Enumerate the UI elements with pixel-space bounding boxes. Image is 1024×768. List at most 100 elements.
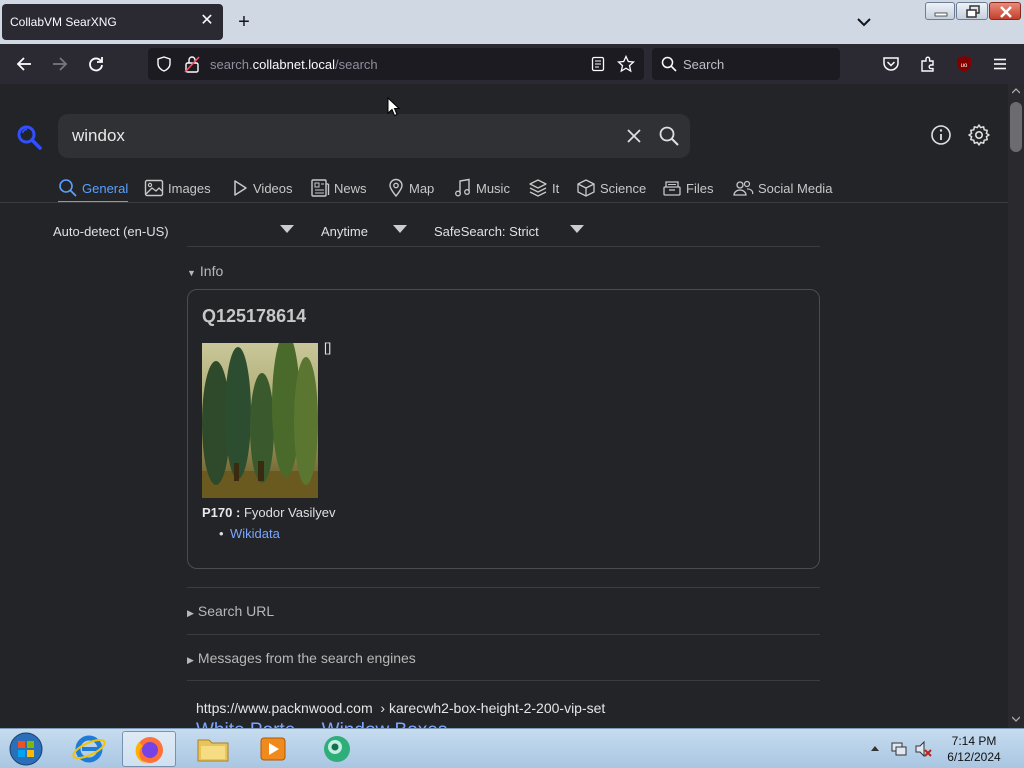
- tab-close-icon[interactable]: ✕: [199, 13, 215, 29]
- taskbar-clock[interactable]: 7:14 PM 6/12/2024: [944, 733, 1004, 765]
- tab-news[interactable]: News: [310, 174, 367, 202]
- engine-messages-toggle[interactable]: ▶ Messages from the search engines: [187, 649, 416, 667]
- safesearch-select[interactable]: SafeSearch: Strict: [434, 222, 539, 242]
- forward-arrow-icon[interactable]: [50, 54, 70, 74]
- people-icon: [733, 180, 754, 196]
- result-url-path: › karecwh2-box-height-2-200-vip-set: [380, 700, 606, 716]
- language-dropdown-caret-icon[interactable]: [280, 225, 294, 233]
- time-range-dropdown-caret-icon[interactable]: [393, 225, 407, 233]
- internet-explorer-icon: [72, 735, 106, 763]
- search-icon: [661, 56, 677, 72]
- url-text: search.collabnet.local/search: [210, 57, 378, 72]
- newspaper-icon: [311, 179, 330, 197]
- infobox-title: Q125178614: [202, 306, 307, 326]
- url-path: /search: [335, 57, 378, 72]
- search-query-text: windox: [72, 126, 125, 145]
- search-placeholder: Search: [683, 57, 725, 72]
- play-icon: [234, 180, 247, 196]
- taskbar-media-player[interactable]: [246, 731, 300, 767]
- network-icon[interactable]: [890, 740, 908, 758]
- window-minimize-button[interactable]: [925, 2, 955, 20]
- result-url[interactable]: https://www.packnwood.com › karecwh2-box…: [196, 700, 605, 716]
- infobox-attribute: P170 : Fyodor Vasilyev: [202, 505, 335, 520]
- taskbar-file-explorer[interactable]: [186, 731, 240, 767]
- scrollbar-thumb[interactable]: [1010, 102, 1022, 152]
- browser-search-field[interactable]: Search: [652, 48, 840, 80]
- tab-files[interactable]: Files: [662, 174, 713, 202]
- tab-strip: CollabVM SearXNG ✕ +: [0, 0, 1024, 44]
- info-label: Info: [199, 263, 224, 279]
- scroll-up-arrow-icon[interactable]: [1012, 88, 1020, 94]
- tab-label: Social Media: [758, 180, 833, 196]
- cypress-painting-image: [202, 343, 318, 498]
- painting-thumbnail[interactable]: [202, 343, 318, 498]
- tab-general[interactable]: General: [58, 174, 129, 203]
- tab-science[interactable]: Science: [576, 174, 646, 202]
- search-url-toggle[interactable]: ▶ Search URL: [187, 602, 274, 620]
- cube-icon: [577, 179, 595, 197]
- filters-divider: [187, 246, 820, 247]
- scroll-down-arrow-icon[interactable]: [1012, 716, 1020, 722]
- pocket-icon[interactable]: [882, 55, 900, 73]
- ublock-origin-icon[interactable]: uo: [955, 55, 973, 73]
- new-tab-plus-icon[interactable]: +: [234, 12, 254, 32]
- safesearch-dropdown-caret-icon[interactable]: [570, 225, 584, 233]
- clear-search-icon[interactable]: [624, 126, 644, 146]
- search-submit-icon[interactable]: [658, 125, 680, 147]
- tab-label: Science: [600, 180, 647, 196]
- shield-icon[interactable]: [156, 56, 172, 72]
- divider: [187, 680, 820, 681]
- tab-social-media[interactable]: Social Media: [732, 174, 832, 202]
- folder-icon: [197, 739, 229, 762]
- tab-searxng[interactable]: CollabVM SearXNG ✕: [2, 4, 223, 40]
- tab-it[interactable]: It: [528, 174, 559, 202]
- speaker-muted-icon[interactable]: [914, 740, 932, 758]
- window-restore-button[interactable]: [956, 2, 988, 20]
- page-scrollbar[interactable]: [1008, 84, 1024, 728]
- show-hidden-icons-icon[interactable]: [870, 744, 880, 752]
- hamburger-menu-icon[interactable]: [991, 55, 1009, 73]
- chevron-down-icon[interactable]: [854, 12, 874, 32]
- time-range-select[interactable]: Anytime: [321, 222, 368, 242]
- info-circle-icon[interactable]: [930, 124, 952, 146]
- search-input[interactable]: windox: [58, 114, 690, 158]
- expanded-triangle-icon: ▼: [187, 268, 196, 278]
- taskbar-firefox[interactable]: [122, 731, 176, 767]
- language-select[interactable]: Auto-detect (en-US): [53, 222, 169, 242]
- reader-view-icon[interactable]: [590, 56, 606, 72]
- wikidata-link[interactable]: Wikidata: [219, 526, 280, 541]
- map-pin-icon: [389, 178, 403, 198]
- result-title-link[interactable]: White Porte ... Window Boxes: [196, 720, 447, 728]
- file-tray-icon: [663, 181, 681, 196]
- windows-start-orb-icon[interactable]: [6, 731, 46, 767]
- info-section-toggle[interactable]: ▼ Info: [187, 262, 223, 280]
- tab-title: CollabVM SearXNG: [10, 15, 117, 29]
- music-note-icon: [455, 178, 470, 197]
- header-divider: [0, 202, 1008, 203]
- tab-map[interactable]: Map: [387, 174, 434, 202]
- extensions-puzzle-icon[interactable]: [919, 55, 937, 73]
- tab-label: Videos: [253, 180, 293, 196]
- tab-images[interactable]: Images: [144, 174, 211, 202]
- reload-icon[interactable]: [86, 54, 106, 74]
- taskbar-internet-explorer[interactable]: [62, 731, 116, 767]
- url-domain: collabnet.local: [252, 57, 336, 72]
- window-close-button[interactable]: [989, 2, 1021, 20]
- bookmark-star-icon[interactable]: [617, 55, 635, 73]
- tab-music[interactable]: Music: [454, 174, 510, 202]
- searxng-logo-icon[interactable]: [16, 124, 42, 150]
- address-bar[interactable]: search.collabnet.local/search: [148, 48, 644, 80]
- layers-icon: [529, 179, 547, 197]
- tab-videos[interactable]: Videos: [231, 174, 293, 202]
- collapsed-triangle-icon: ▶: [187, 655, 194, 665]
- tab-label: It: [552, 180, 560, 196]
- insecure-lock-icon[interactable]: [184, 55, 200, 73]
- tab-label: General: [82, 180, 129, 196]
- firefox-icon: [135, 737, 163, 764]
- back-arrow-icon[interactable]: [14, 54, 34, 74]
- tab-label: Map: [409, 180, 435, 196]
- gear-icon[interactable]: [967, 123, 991, 147]
- infobox-empty-value: []: [324, 340, 332, 355]
- taskbar-app[interactable]: [310, 731, 364, 767]
- restore-icon: [966, 5, 980, 18]
